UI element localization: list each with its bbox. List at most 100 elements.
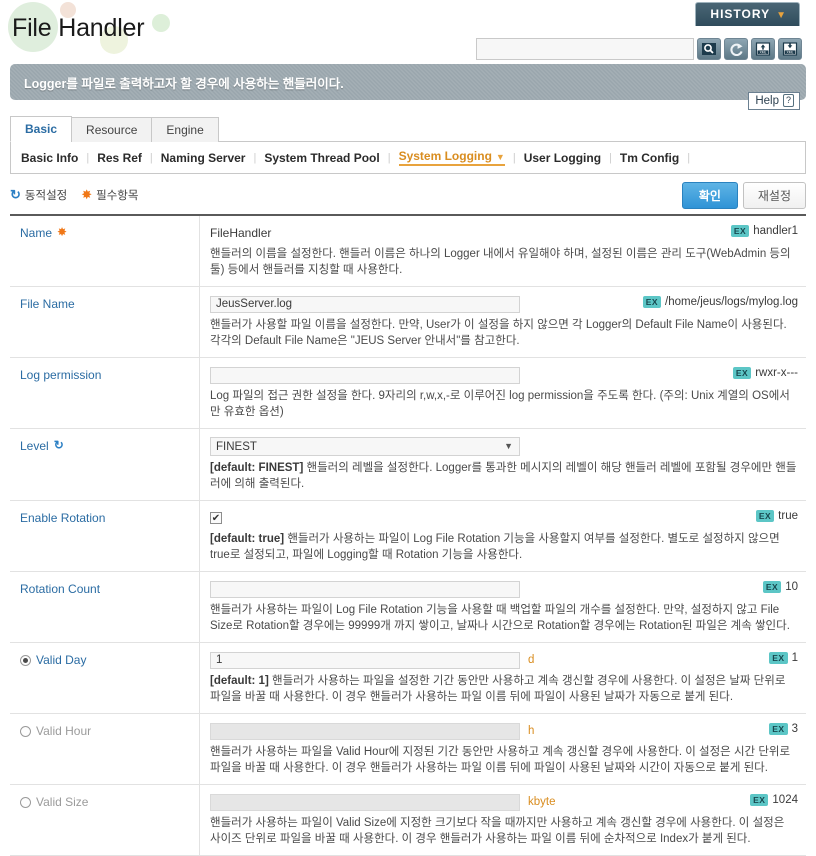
xml-import-icon-button[interactable]: XML (751, 38, 775, 60)
form-row-label-cell: Log permission (10, 358, 200, 428)
chevron-down-icon: ▼ (776, 10, 787, 21)
form-row-enable-rotation: Enable Rotation ✔ EX true [default: true] 핸들… (10, 501, 806, 572)
dynamic-setting-icon: ↻ (53, 438, 64, 452)
subtab-user-logging[interactable]: User Logging (524, 151, 601, 165)
subtab-system-thread-pool[interactable]: System Thread Pool (264, 151, 379, 165)
input-valid-size (210, 793, 520, 811)
subtab-separator: | (687, 151, 691, 164)
question-mark-icon: ? (782, 94, 794, 107)
field-label-valid-size: Valid Size (36, 795, 89, 809)
field-control-line: FileHandler EX handler1 (210, 224, 798, 242)
form-row-valid-hour: Valid Hour h EX 3 핸들러가 사용하는 파일을 Valid Hour에 … (10, 714, 806, 785)
sub-tabbar: Basic Info | Res Ref | Naming Server | System … (10, 142, 806, 174)
xml-export-icon: XML (782, 42, 798, 56)
refresh-icon-button[interactable] (724, 38, 748, 60)
field-label-valid-day: Valid Day (36, 653, 87, 667)
chevron-down-icon: ▼ (495, 152, 505, 162)
search-input[interactable] (476, 38, 694, 60)
input-log-permission[interactable] (210, 366, 520, 384)
search-icon-button[interactable] (697, 38, 721, 60)
field-control-line: FINEST ▼ (210, 437, 798, 456)
form-row-file-name: File Name EX/home/jeus/logs/mylog.log 핸들러가… (10, 287, 806, 358)
select-level[interactable]: FINEST ▼ (210, 437, 520, 456)
field-default-tag: [default: FINEST] (210, 462, 304, 474)
example-value-group: EX 10 (762, 581, 798, 593)
subtab-naming-server[interactable]: Naming Server (161, 151, 246, 165)
page-title: File Handler (12, 14, 145, 42)
svg-text:XML: XML (760, 50, 767, 54)
field-default-tag: [default: 1] (210, 675, 269, 687)
form-row-body: FINEST ▼ [default: FINEST] 핸들러의 레벨을 설정한다. … (200, 429, 806, 500)
confirm-button[interactable]: 확인 (681, 181, 738, 209)
reset-button[interactable]: 재설정 (742, 181, 806, 209)
example-text-rotation-count: 10 (785, 581, 798, 593)
form-row-label-cell: Rotation Count (10, 572, 200, 642)
field-description-text: 핸들러가 사용하는 파일이 Log File Rotation 기능을 사용할지… (210, 533, 780, 561)
subtab-separator: | (387, 151, 391, 164)
subtab-res-ref[interactable]: Res Ref (97, 151, 142, 165)
example-value-group: EX handler1 (730, 225, 798, 237)
decorative-circle-green-small (152, 14, 170, 32)
required-field-icon: ✸ (81, 187, 93, 202)
tab-resource[interactable]: Resource (71, 117, 153, 142)
form-row-body: EX 10 핸들러가 사용하는 파일이 Log File Rotation 기능을 … (200, 572, 806, 642)
example-badge: EX (769, 652, 788, 664)
form-row-label-cell: Name ✸ (10, 216, 200, 286)
field-description-text: 핸들러가 사용하는 파일을 Valid Hour에 지정된 기간 동안만 사용하… (210, 746, 791, 774)
subtab-label: Basic Info (21, 150, 79, 165)
field-label-valid-hour: Valid Hour (36, 724, 92, 738)
subtab-basic-info[interactable]: Basic Info (21, 151, 78, 165)
example-badge: EX (642, 296, 662, 308)
tab-basic[interactable]: Basic (10, 116, 73, 142)
example-badge: EX (762, 581, 782, 593)
radio-valid-hour[interactable] (20, 726, 31, 737)
description-banner-text: Logger를 파일로 출력하고자 할 경우에 사용하는 핸들러이다. (24, 76, 344, 91)
form-row-rotation-count: Rotation Count EX 10 핸들러가 사용하는 파일이 Log File… (10, 572, 806, 643)
search-icon (702, 43, 716, 55)
example-badge: EX (755, 510, 775, 522)
subtab-label: Res Ref (97, 150, 142, 165)
field-value-name: FileHandler (210, 226, 272, 240)
example-value-group: EX 3 (769, 723, 798, 735)
main-tabbar: Basic Resource Engine (10, 116, 806, 142)
refresh-icon (730, 43, 743, 56)
subtab-separator: | (149, 151, 153, 164)
input-valid-day[interactable] (210, 651, 520, 669)
xml-import-icon: XML (755, 42, 771, 56)
field-description-valid-hour: 핸들러가 사용하는 파일을 Valid Hour에 지정된 기간 동안만 사용하… (210, 744, 798, 776)
example-value-group: EX true (755, 510, 798, 522)
xml-export-icon-button[interactable]: XML (778, 38, 802, 60)
example-value-group: EX/home/jeus/logs/mylog.log (642, 296, 798, 308)
checkbox-enable-rotation[interactable]: ✔ (210, 512, 222, 524)
example-text-file-name: /home/jeus/logs/mylog.log (665, 296, 798, 308)
subtab-separator: | (253, 151, 257, 164)
help-button[interactable]: Help ? (748, 92, 800, 110)
subtab-system-logging[interactable]: System Logging ▼ (398, 149, 505, 166)
tab-engine[interactable]: Engine (151, 117, 219, 142)
field-label-level: Level (20, 439, 49, 453)
field-description-text: 핸들러가 사용하는 파일이 Valid Size에 지정한 크기보다 작을 때까… (210, 817, 785, 845)
history-button[interactable]: HISTORY ▼ (695, 2, 800, 26)
form-row-log-permission: Log permission EX rwxr-x--- Log 파일의 접근 권한 설… (10, 358, 806, 429)
subtab-separator: | (609, 151, 612, 164)
input-rotation-count[interactable] (210, 580, 520, 598)
radio-valid-day[interactable] (20, 655, 31, 666)
select-value: FINEST (216, 440, 257, 453)
example-text-valid-day: 1 (791, 652, 798, 664)
history-button-label: HISTORY (710, 7, 771, 21)
field-description-log-permission: Log 파일의 접근 권한 설정을 한다. 9자리의 r,w,x,-로 이루어진… (210, 388, 798, 420)
example-badge: EX (769, 723, 788, 735)
example-badge: EX (732, 367, 752, 379)
field-description-valid-day: [default: 1] 핸들러가 사용하는 파일을 설정한 기간 동안만 사용… (210, 673, 798, 705)
input-valid-hour (210, 722, 520, 740)
form-row-level: Level ↻ FINEST ▼ [default: FINEST] 핸들러의 레벨을 … (10, 429, 806, 501)
form-row-label-cell: Valid Size (10, 785, 200, 855)
form-row-label-cell: Valid Hour (10, 714, 200, 784)
subtab-tm-config[interactable]: Tm Config (620, 151, 679, 165)
radio-valid-size[interactable] (20, 797, 31, 808)
legend-dynamic: ↻ 동적설정 (10, 187, 67, 203)
input-file-name[interactable] (210, 295, 520, 313)
form-row-body: h EX 3 핸들러가 사용하는 파일을 Valid Hour에 지정된 기간 동안만… (200, 714, 806, 784)
field-label-name: Name (20, 226, 53, 240)
field-control-line: EX rwxr-x--- (210, 366, 798, 384)
